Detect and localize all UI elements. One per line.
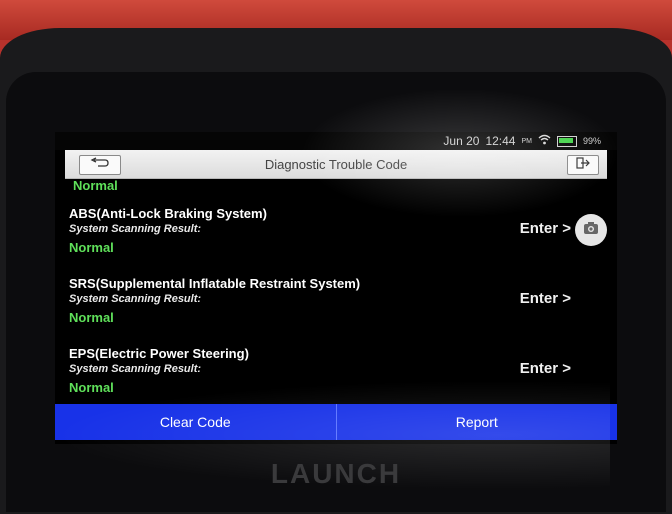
bottom-action-bar: Clear Code Report <box>55 404 617 440</box>
status-time: 12:44 <box>485 134 516 148</box>
exit-button[interactable] <box>567 155 599 175</box>
status-bar: Jun 20 12:44 PM 99% <box>55 132 617 150</box>
brand-logo: LAUNCH <box>270 458 402 489</box>
battery-percent: 99% <box>582 136 601 146</box>
list-item: ABS(Anti-Lock Braking System) System Sca… <box>55 206 617 276</box>
enter-button[interactable]: Enter > <box>520 290 571 307</box>
device-screen: Jun 20 12:44 PM 99% Diagnostic Trouble C… <box>55 132 617 444</box>
system-name: ABS(Anti-Lock Braking System) <box>69 206 267 221</box>
status-ampm: PM <box>521 137 532 145</box>
list-item: SRS(Supplemental Inflatable Restraint Sy… <box>55 276 617 346</box>
wifi-icon <box>538 134 551 148</box>
enter-button[interactable]: Enter > <box>520 220 571 237</box>
system-list: Normal ABS(Anti-Lock Braking System) Sys… <box>55 178 617 404</box>
clear-code-button[interactable]: Clear Code <box>55 404 336 440</box>
scan-result-label: System Scanning Result: <box>69 363 202 375</box>
battery-icon <box>556 135 577 147</box>
camera-icon <box>583 221 599 240</box>
system-status: Normal <box>69 380 114 395</box>
report-button[interactable]: Report <box>337 404 618 440</box>
system-status: Normal <box>69 310 114 325</box>
exit-icon <box>576 156 590 174</box>
scan-result-label: System Scanning Result: <box>69 223 202 235</box>
system-name: EPS(Electric Power Steering) <box>69 346 249 361</box>
status-date: Jun 20 <box>443 134 480 148</box>
screenshot-button[interactable] <box>575 214 607 246</box>
title-bar: Diagnostic Trouble Code <box>65 150 607 179</box>
enter-button[interactable]: Enter > <box>520 360 571 377</box>
status-bar-right: Jun 20 12:44 PM 99% <box>443 134 601 148</box>
scan-result-label: System Scanning Result: <box>69 293 202 305</box>
system-name: SRS(Supplemental Inflatable Restraint Sy… <box>69 276 361 291</box>
page-title: Diagnostic Trouble Code <box>264 157 408 172</box>
system-status: Normal <box>69 240 114 255</box>
previous-system-status: Normal <box>73 178 118 193</box>
